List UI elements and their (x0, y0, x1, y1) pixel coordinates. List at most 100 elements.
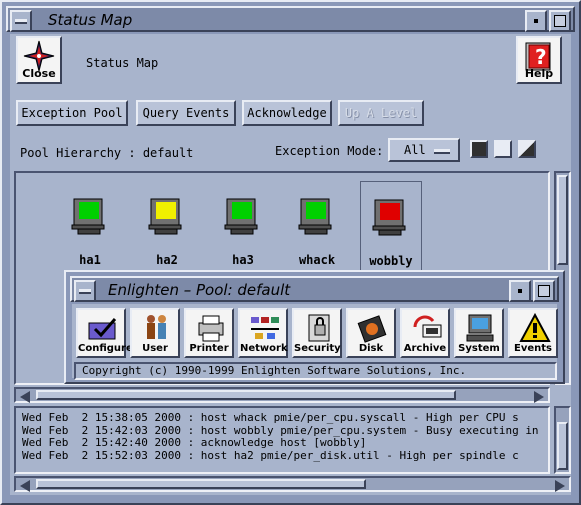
tool-label: Configure (78, 343, 133, 354)
exception-mode-label: Exception Mode: (275, 144, 384, 158)
host-node[interactable]: wobbly (360, 181, 422, 273)
tool-label: System (458, 343, 500, 354)
event-log[interactable]: Wed Feb 2 15:38:05 2000 : host whack pmi… (14, 406, 550, 474)
computer-monitor-icon (71, 198, 105, 235)
sub-title-bar[interactable]: Enlighten – Pool: default (70, 276, 559, 302)
log-line: Wed Feb 2 15:42:40 2000 : acknowledge ho… (22, 436, 367, 449)
status-map-window: Status Map Close Status Map ? Help Excep… (0, 0, 581, 505)
header-label: Status Map (86, 56, 159, 70)
tool-label: Events (514, 343, 552, 354)
tool-label: Security (294, 343, 341, 354)
security-icon (308, 314, 330, 342)
sub-maximize-icon (538, 285, 550, 297)
maximize-icon (554, 15, 566, 27)
computer-monitor-icon (148, 198, 182, 235)
tool-label: Printer (189, 343, 229, 354)
log-vertical-scrollbar[interactable] (554, 406, 571, 474)
host-status-indicator (232, 202, 252, 219)
log-hscroll-thumb[interactable] (36, 479, 366, 489)
tool-archive-button[interactable]: Archive (400, 308, 450, 358)
svg-text:?: ? (535, 45, 547, 69)
sub-maximize-button[interactable] (533, 280, 555, 302)
host-status-indicator (79, 202, 99, 219)
close-button[interactable]: Close (16, 36, 62, 84)
sub-minimize-button[interactable] (509, 280, 531, 302)
option-menu-icon (434, 149, 450, 154)
host-node[interactable]: ha2 (137, 181, 197, 271)
query-events-button[interactable]: Query Events (136, 100, 236, 126)
sub-window-title: Enlighten – Pool: default (108, 281, 291, 299)
close-label: Close (22, 67, 56, 80)
computer-monitor-icon (372, 199, 406, 236)
user-icon (147, 315, 166, 339)
tool-label: User (142, 343, 168, 354)
exception-mode-value: All (404, 143, 426, 157)
host-node[interactable]: ha3 (213, 181, 273, 271)
tool-user-button[interactable]: User (130, 308, 180, 358)
help-button[interactable]: ? Help (516, 36, 562, 84)
log-line: Wed Feb 2 15:38:05 2000 : host whack pmi… (22, 411, 519, 424)
enlighten-pool-window: Enlighten – Pool: default Configure User P… (64, 270, 565, 384)
title-bar[interactable]: Status Map (6, 6, 575, 32)
log-horizontal-scrollbar[interactable] (14, 476, 571, 492)
host-node[interactable]: whack (287, 181, 347, 271)
dark-mode-button[interactable] (470, 140, 488, 158)
exception-pool-button[interactable]: Exception Pool (16, 100, 128, 126)
sub-minimize-icon (518, 289, 522, 293)
tool-disk-button[interactable]: Disk (346, 308, 396, 358)
maximize-button[interactable] (549, 10, 571, 32)
log-scroll-left-arrow-icon[interactable] (20, 480, 30, 492)
window-title: Status Map (48, 11, 133, 29)
acknowledge-button[interactable]: Acknowledge (242, 100, 332, 126)
light-mode-button[interactable] (494, 140, 512, 158)
exception-mode-select[interactable]: All (388, 138, 460, 162)
client-area: Close Status Map ? Help Exception Pool Q… (10, 34, 571, 495)
tool-network-button[interactable]: Network (238, 308, 288, 358)
map-hscroll-thumb[interactable] (36, 390, 456, 400)
tool-system-button[interactable]: System (454, 308, 504, 358)
tool-security-button[interactable]: Security (292, 308, 342, 358)
tool-configure-button[interactable]: Configure (76, 308, 133, 358)
scroll-right-arrow-icon[interactable] (534, 391, 544, 403)
log-scroll-right-arrow-icon[interactable] (555, 480, 565, 492)
log-vscroll-thumb[interactable] (557, 422, 568, 470)
host-name: ha1 (79, 253, 101, 267)
minimize-icon (534, 19, 538, 23)
configure-icon (88, 318, 117, 340)
split-mode-button[interactable] (518, 140, 536, 158)
window-menu-icon (15, 19, 27, 24)
pool-hierarchy-label: Pool Hierarchy : default (20, 146, 194, 160)
host-name: ha2 (156, 253, 178, 267)
sub-window-menu-button[interactable] (74, 280, 96, 302)
computer-monitor-icon (224, 198, 258, 235)
tool-label: Network (240, 343, 288, 354)
log-line: Wed Feb 2 15:52:03 2000 : host ha2 pmie/… (22, 448, 519, 462)
up-a-level-button[interactable]: Up A Level (338, 100, 424, 126)
computer-monitor-icon (298, 198, 332, 235)
tool-label: Archive (403, 343, 447, 354)
copyright-bar: Copyright (c) 1990-1999 Enlighten Softwa… (74, 362, 557, 380)
host-name: whack (298, 253, 336, 267)
host-name: wobbly (369, 254, 413, 268)
network-icon (251, 317, 279, 339)
map-horizontal-scrollbar[interactable] (14, 387, 550, 403)
sub-window-menu-icon (79, 289, 91, 294)
system-icon (466, 314, 494, 342)
tool-events-button[interactable]: Events (508, 308, 558, 358)
host-status-indicator (156, 202, 176, 219)
minimize-button[interactable] (525, 10, 547, 32)
tool-printer-button[interactable]: Printer (184, 308, 234, 358)
scroll-left-arrow-icon[interactable] (20, 391, 30, 403)
map-vscroll-thumb[interactable] (557, 175, 568, 265)
printer-icon (198, 315, 224, 342)
events-icon (519, 313, 551, 342)
host-name: ha3 (232, 253, 254, 267)
disk-icon (357, 315, 387, 343)
host-status-indicator (306, 202, 326, 219)
archive-icon (413, 315, 442, 338)
sub-client-area: Configure User Printer Network Security Disk A… (72, 304, 558, 380)
help-label: Help (524, 67, 554, 80)
window-menu-button[interactable] (10, 10, 32, 32)
tool-label: Disk (358, 343, 384, 354)
host-node[interactable]: ha1 (60, 181, 120, 271)
